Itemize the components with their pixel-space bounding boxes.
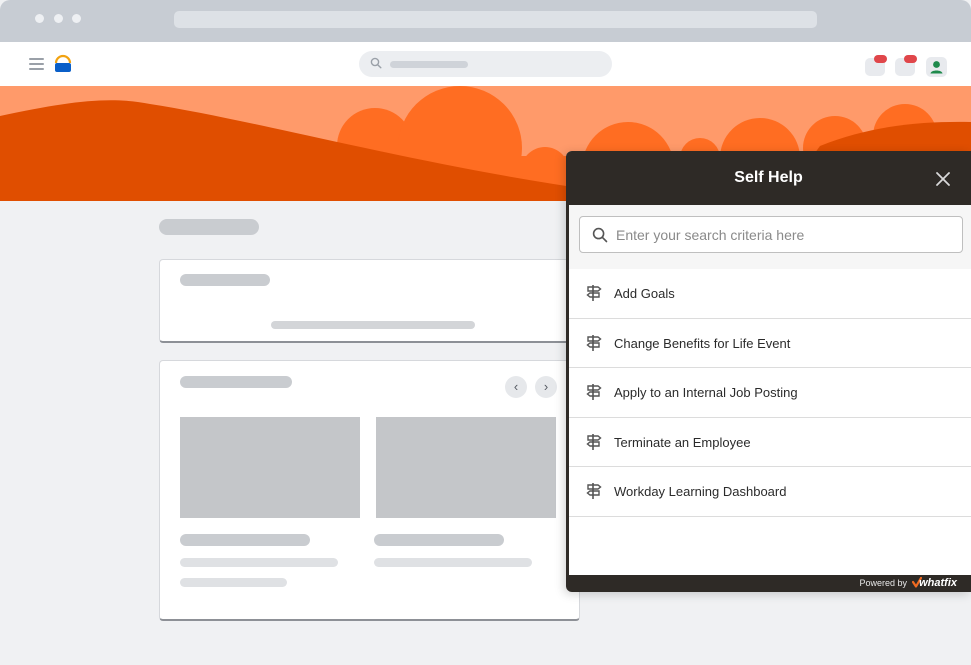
search-placeholder-skeleton xyxy=(390,61,468,68)
self-help-header: Self Help xyxy=(566,151,971,205)
search-icon xyxy=(592,227,608,243)
signpost-icon xyxy=(586,433,602,450)
flow-item-label: Add Goals xyxy=(614,286,675,301)
flow-item-terminate-employee[interactable]: Terminate an Employee xyxy=(569,418,971,468)
search-icon xyxy=(370,57,382,69)
chat-icon[interactable] xyxy=(895,55,917,76)
self-help-search-input[interactable] xyxy=(616,218,956,251)
self-help-footer: Powered by whatfix xyxy=(566,575,971,592)
flow-item-learning-dashboard[interactable]: Workday Learning Dashboard xyxy=(569,467,971,517)
hamburger-menu-icon[interactable] xyxy=(29,58,44,70)
close-icon[interactable] xyxy=(935,171,951,187)
notification-icon[interactable] xyxy=(865,55,887,76)
app-logo-icon[interactable] xyxy=(54,54,72,73)
flow-item-label: Workday Learning Dashboard xyxy=(614,484,787,500)
flow-item-label: Terminate an Employee xyxy=(614,434,751,450)
flow-item-label: Change Benefits for Life Event xyxy=(614,335,791,351)
self-help-flow-list: Add Goals Change Benefits for Life Event… xyxy=(569,269,971,517)
self-help-search-area xyxy=(569,205,971,269)
item-title-skeleton xyxy=(374,534,504,546)
self-help-panel: Self Help Add Goals xyxy=(566,151,971,592)
address-bar[interactable] xyxy=(174,11,817,28)
signpost-icon xyxy=(586,483,602,500)
carousel-card: ‹ › xyxy=(159,360,580,621)
carousel-prev-button[interactable]: ‹ xyxy=(505,376,527,398)
card-text-skeleton xyxy=(271,321,475,329)
flow-item-add-goals[interactable]: Add Goals xyxy=(569,269,971,319)
signpost-icon xyxy=(586,285,602,301)
window-dot xyxy=(35,14,44,23)
flow-item-apply-internal-job[interactable]: Apply to an Internal Job Posting xyxy=(569,368,971,418)
image-placeholder xyxy=(376,417,556,518)
self-help-title: Self Help xyxy=(734,169,803,186)
summary-card xyxy=(159,259,580,343)
window-dot xyxy=(72,14,81,23)
image-placeholder xyxy=(180,417,360,518)
window-dot xyxy=(54,14,63,23)
powered-by-label: Powered by xyxy=(859,578,907,588)
item-text-skeleton xyxy=(180,578,287,587)
global-search-input[interactable] xyxy=(359,51,612,77)
notification-badge xyxy=(874,55,887,63)
item-title-skeleton xyxy=(180,534,310,546)
carousel-next-button[interactable]: › xyxy=(535,376,557,398)
page-title-skeleton xyxy=(159,219,259,235)
flow-item-label: Apply to an Internal Job Posting xyxy=(614,385,798,401)
item-text-skeleton xyxy=(374,558,532,567)
card-heading-skeleton xyxy=(180,376,292,388)
item-text-skeleton xyxy=(180,558,338,567)
flow-item-change-benefits[interactable]: Change Benefits for Life Event xyxy=(569,319,971,369)
user-avatar-icon[interactable] xyxy=(926,57,947,77)
browser-titlebar xyxy=(0,0,971,42)
card-heading-skeleton xyxy=(180,274,270,286)
self-help-search-box[interactable] xyxy=(579,216,963,253)
notification-badge xyxy=(904,55,917,63)
signpost-icon xyxy=(586,334,602,351)
signpost-icon xyxy=(586,384,602,401)
whatfix-brand[interactable]: whatfix xyxy=(919,576,957,590)
